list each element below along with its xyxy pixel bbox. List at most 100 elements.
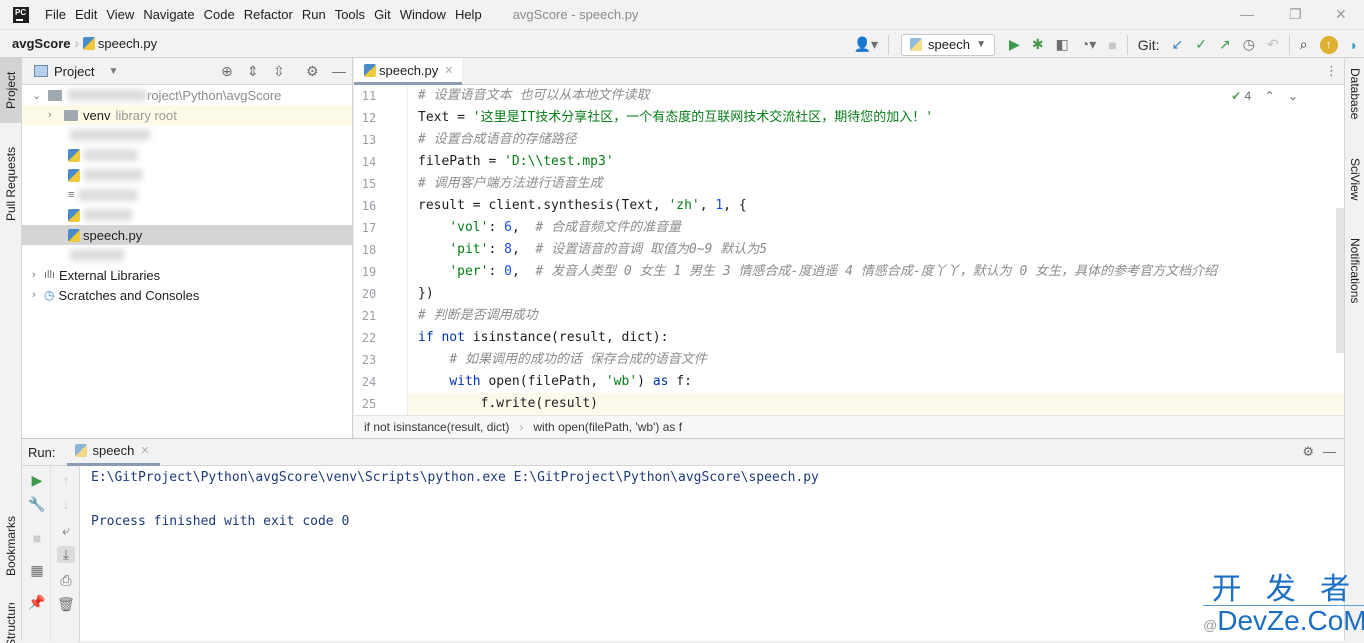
menu-tools[interactable]: Tools [335,7,365,22]
tree-root[interactable]: ⌄ roject\Python\avgScore [22,85,352,105]
tree-item-redacted[interactable] [22,205,352,225]
tree-item-scratches[interactable]: › ◷ Scratches and Consoles [22,285,352,305]
hide-icon[interactable]: — [1323,444,1336,459]
tool-tab-structure[interactable]: Structure [0,603,22,643]
tool-tab-sciview[interactable]: SciView [1345,158,1364,228]
debug-icon[interactable]: ✱ [1032,36,1044,53]
code-line[interactable]: with open(filePath, 'wb') as f: [418,371,692,393]
tool-tab-bookmarks[interactable]: Bookmarks [0,498,22,593]
tree-item-redacted[interactable] [22,125,352,145]
next-highlight-icon[interactable]: ⌄ [1288,89,1298,103]
scroll-to-end-icon[interactable]: ⤓ [57,546,75,563]
tool-tab-pull-requests[interactable]: Pull Requests [0,136,22,231]
up-arrow-icon[interactable]: ↑ [57,472,75,488]
down-arrow-icon[interactable]: ↓ [57,496,75,512]
menu-help[interactable]: Help [455,7,482,22]
coverage-icon[interactable]: ◧ [1056,36,1069,53]
tree-item-external-libraries[interactable]: › ıllı External Libraries [22,265,352,285]
redacted-text [70,249,125,261]
menu-edit[interactable]: Edit [75,7,97,22]
code-line[interactable]: }) [418,283,434,305]
breadcrumb-project[interactable]: avgScore [12,36,71,51]
tree-item-redacted[interactable] [22,145,352,165]
plugin-icon[interactable]: ◗ [1350,37,1358,53]
right-tool-strip: Database SciView Notifications [1344,58,1364,641]
tree-item-redacted[interactable]: ≡ [22,185,352,205]
project-panel: Project ▼ ⊕ ⇕ ⇳ ⚙ — ⌄ roject\Python\avgS… [22,58,353,438]
pin-icon[interactable]: 📌 [28,594,46,611]
gear-icon[interactable]: ⚙ [1302,444,1314,460]
git-commit-icon[interactable]: ✓ [1195,36,1207,53]
breadcrumb-file[interactable]: speech.py [98,36,157,51]
code-line[interactable]: 'pit': 8, # 设置语音的音调 取值为0~9 默认为5 [418,239,767,261]
tree-item-speech-py[interactable]: speech.py [22,225,352,245]
user-icon[interactable]: 👤▾ [854,36,878,53]
git-update-icon[interactable]: ↙ [1172,36,1184,53]
layout-icon[interactable]: ▦ [28,562,46,579]
restore-button[interactable]: ❐ [1289,6,1302,23]
run-config-dropdown[interactable]: speech ▼ [901,33,996,56]
code-breadcrumb-item[interactable]: with open(filePath, 'wb') as f [533,420,682,434]
menu-git[interactable]: Git [374,7,391,22]
close-tab-icon[interactable]: ✕ [444,64,453,77]
stop-icon[interactable]: ■ [28,530,46,546]
code-line[interactable]: # 如果调用的成功的话 保存合成的语音文件 [418,349,706,371]
tool-tab-notifications[interactable]: Notifications [1345,238,1364,338]
soft-wrap-icon[interactable]: ⤶ [57,522,75,539]
history-icon[interactable]: ◷ [1243,36,1255,53]
tree-item-redacted[interactable] [22,165,352,185]
collapse-all-icon[interactable]: ⇳ [273,63,285,80]
tree-item-venv[interactable]: › venv library root [22,105,352,125]
menu-view[interactable]: View [106,7,134,22]
code-line[interactable]: # 设置语音文本 也可以从本地文件读取 [418,85,649,107]
tool-tab-database[interactable]: Database [1345,68,1364,158]
chevron-down-icon[interactable]: ▼ [108,66,118,77]
profile-icon[interactable]: ◔▾ [1081,36,1096,53]
divider [1126,34,1128,55]
wrench-icon[interactable]: 🔧 [28,496,46,513]
inspection-widget[interactable]: ✔ 4 ⌃ ⌄ [1231,89,1298,103]
menu-file[interactable]: File [45,7,66,22]
project-panel-title[interactable]: Project [54,64,94,79]
git-push-icon[interactable]: ↗ [1219,36,1231,53]
locate-icon[interactable]: ⊕ [221,63,233,80]
tree-item-redacted[interactable] [22,245,352,265]
code-line[interactable]: # 判断是否调用成功 [418,305,538,327]
code-line[interactable]: 'per': 0, # 发音人类型 0 女生 1 男生 3 情感合成-度逍遥 4… [418,261,1217,283]
code-line[interactable]: f.write(result) [408,393,1344,415]
tool-tab-project[interactable]: Project [0,58,22,123]
editor-scrollbar[interactable] [1336,208,1344,353]
more-icon[interactable]: ⋮ [1325,63,1338,79]
trash-icon[interactable]: 🗑 [57,596,75,613]
stop-icon[interactable]: ■ [1108,37,1116,53]
prev-highlight-icon[interactable]: ⌃ [1265,89,1275,103]
hide-icon[interactable]: — [332,63,346,79]
code-line[interactable]: filePath = 'D:\\test.mp3' [418,151,614,173]
menu-run[interactable]: Run [302,7,326,22]
menu-navigate[interactable]: Navigate [143,7,194,22]
code-breadcrumb-item[interactable]: if not isinstance(result, dict) [364,420,509,434]
tab-speech-py[interactable]: speech.py ✕ [354,58,462,85]
expand-all-icon[interactable]: ⇕ [247,63,259,80]
code-line[interactable]: 'vol': 6, # 合成音频文件的准音量 [418,217,681,239]
gear-icon[interactable]: ⚙ [306,63,319,80]
close-button[interactable]: ✕ [1335,6,1347,23]
search-icon[interactable]: ⌕ [1300,36,1308,53]
run-tab-speech[interactable]: speech ✕ [67,439,160,466]
code-line[interactable]: # 设置合成语音的存储路径 [418,129,577,151]
menu-refactor[interactable]: Refactor [244,7,293,22]
update-icon[interactable]: ↑ [1319,35,1338,54]
rollback-icon[interactable]: ↶ [1267,36,1279,53]
print-icon[interactable]: ⎙ [57,572,75,589]
rerun-icon[interactable]: ▶ [28,472,46,489]
menu-window[interactable]: Window [400,7,446,22]
close-tab-icon[interactable]: ✕ [140,444,149,457]
code-line[interactable]: Text = '这里是IT技术分享社区，一个有态度的互联网技术交流社区，期待您的… [418,107,933,129]
minimize-button[interactable]: — [1240,6,1254,22]
run-icon[interactable]: ▶ [1009,36,1020,53]
code-line[interactable]: # 调用客户端方法进行语音生成 [418,173,603,195]
menu-code[interactable]: Code [204,7,235,22]
code-line[interactable]: result = client.synthesis(Text, 'zh', 1,… [418,195,747,217]
run-label: Run: [28,444,56,460]
code-line[interactable]: if not isinstance(result, dict): [418,327,668,349]
